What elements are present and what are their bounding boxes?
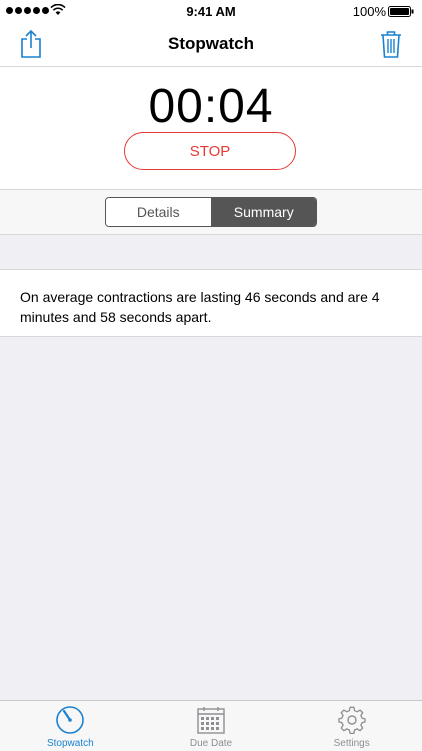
- battery-icon: [388, 6, 414, 17]
- stop-button[interactable]: STOP: [124, 132, 296, 170]
- details-summary-segmented-control: Details Summary: [105, 197, 317, 227]
- timer-panel: 00:04 STOP: [0, 67, 422, 190]
- tab-label: Settings: [333, 738, 370, 749]
- tab-due-date[interactable]: Due Date: [141, 701, 282, 751]
- delete-button[interactable]: [374, 26, 408, 62]
- trash-icon: [381, 31, 401, 58]
- stopwatch-icon: [56, 706, 85, 734]
- tab-stopwatch[interactable]: Stopwatch: [0, 701, 141, 751]
- battery-percentage: 100%: [352, 4, 386, 19]
- tab-label: Due Date: [189, 738, 233, 749]
- calendar-icon: [197, 707, 225, 734]
- timer-display: 00:04: [148, 80, 274, 133]
- segment-bar: Details Summary: [0, 190, 422, 235]
- summary-text: On average contractions are lasting 46 s…: [20, 289, 380, 325]
- tab-bar: Stopwatch Due Date Settings: [0, 700, 422, 751]
- gear-icon: [337, 706, 366, 735]
- tab-settings[interactable]: Settings: [281, 701, 422, 751]
- summary-panel: On average contractions are lasting 46 s…: [0, 269, 422, 337]
- segment-details[interactable]: Details: [106, 198, 212, 226]
- tab-label: Stopwatch: [46, 738, 94, 749]
- page-title: Stopwatch: [168, 34, 254, 53]
- status-bar: 9:41 AM 100%: [0, 0, 422, 22]
- navigation-bar: Stopwatch: [0, 22, 422, 67]
- segment-summary[interactable]: Summary: [211, 198, 316, 226]
